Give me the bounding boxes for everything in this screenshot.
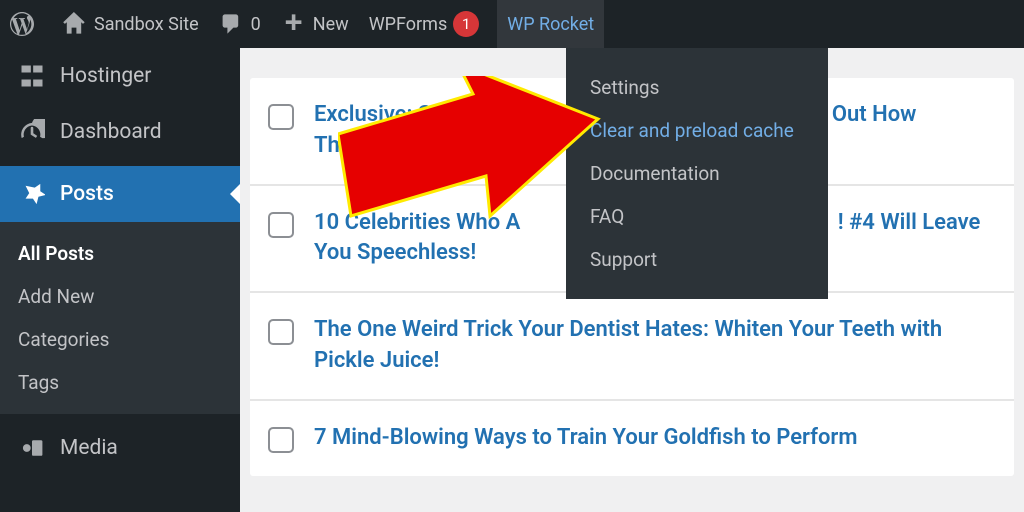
wprocket-menu[interactable]: WP Rocket (497, 0, 604, 48)
sidebar-item-posts[interactable]: Posts (0, 166, 240, 222)
post-checkbox[interactable] (268, 427, 294, 453)
dashboard-icon (18, 118, 46, 146)
dropdown-item-faq[interactable]: FAQ (566, 195, 828, 238)
site-name-text: Sandbox Site (94, 14, 199, 35)
dropdown-item-clear-cache[interactable]: Clear and preload cache (566, 109, 828, 152)
post-row: The One Weird Trick Your Dentist Hates: … (250, 291, 1014, 399)
dropdown-item-settings[interactable]: Settings (566, 66, 828, 109)
admin-sidebar: Hostinger Dashboard Posts All Posts Add … (0, 48, 240, 512)
comments-link[interactable]: 0 (209, 0, 271, 48)
home-icon (62, 12, 86, 36)
sidebar-label: Hostinger (60, 64, 151, 88)
sidebar-item-hostinger[interactable]: Hostinger (0, 48, 240, 104)
dropdown-item-documentation[interactable]: Documentation (566, 152, 828, 195)
media-icon (18, 434, 46, 462)
sidebar-item-media[interactable]: Media (0, 420, 240, 476)
dropdown-item-support[interactable]: Support (566, 238, 828, 281)
post-checkbox[interactable] (268, 104, 294, 130)
post-title-link[interactable]: The One Weird Trick Your Dentist Hates: … (314, 315, 996, 377)
wpforms-link[interactable]: WPForms 1 (359, 0, 490, 48)
comments-count: 0 (251, 14, 261, 35)
post-title-link[interactable]: 7 Mind-Blowing Ways to Train Your Goldfi… (314, 423, 857, 454)
admin-bar: Sandbox Site 0 New WPForms 1 WP Rocket (0, 0, 1024, 48)
new-label: New (313, 14, 349, 35)
pin-icon (18, 180, 46, 208)
new-content-link[interactable]: New (271, 0, 359, 48)
comments-icon (219, 12, 243, 36)
wpforms-badge: 1 (453, 11, 479, 37)
site-name-link[interactable]: Sandbox Site (52, 0, 209, 48)
submenu-item-all-posts[interactable]: All Posts (0, 232, 240, 275)
post-checkbox[interactable] (268, 212, 294, 238)
submenu-item-add-new[interactable]: Add New (0, 275, 240, 318)
hostinger-icon (18, 62, 46, 90)
post-row: 7 Mind-Blowing Ways to Train Your Goldfi… (250, 399, 1014, 476)
sidebar-label: Dashboard (60, 120, 162, 144)
wordpress-logo-icon[interactable] (10, 12, 34, 36)
sidebar-label: Media (60, 436, 118, 460)
posts-submenu: All Posts Add New Categories Tags (0, 222, 240, 414)
wprocket-dropdown: Settings Clear and preload cache Documen… (566, 48, 828, 299)
submenu-item-categories[interactable]: Categories (0, 318, 240, 361)
submenu-item-tags[interactable]: Tags (0, 361, 240, 404)
post-checkbox[interactable] (268, 319, 294, 345)
sidebar-label: Posts (60, 182, 114, 206)
plus-icon (281, 12, 305, 36)
wpforms-label: WPForms (369, 14, 448, 35)
sidebar-item-dashboard[interactable]: Dashboard (0, 104, 240, 160)
wprocket-label: WP Rocket (507, 14, 594, 35)
